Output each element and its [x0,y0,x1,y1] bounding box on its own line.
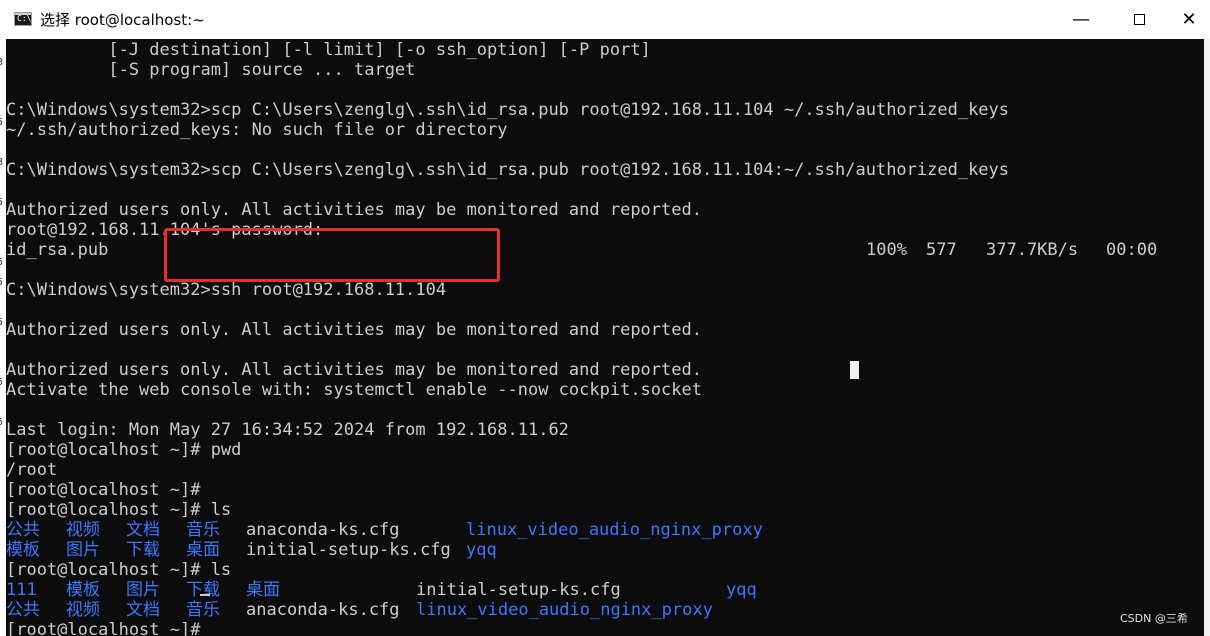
directory-entry: 视频 [66,600,100,620]
directory-entry: 文档 [126,520,160,540]
directory-entry: yqq [466,540,497,560]
background-window-char: 5 [0,197,4,208]
directory-entry: 音乐 [186,520,220,540]
console-line: Last login: Mon May 27 16:34:52 2024 fro… [6,420,569,440]
highlight-annotation-box [164,228,500,282]
directory-entry: yqq [726,580,757,600]
close-icon: ✕ [1181,9,1197,30]
file-entry: anaconda-ks.cfg [246,600,400,620]
maximize-icon [1133,14,1145,25]
directory-entry: 图片 [126,580,160,600]
file-entry: 577 [926,240,957,260]
directory-entry: 音乐 [186,600,220,620]
background-window-char: 3 [0,157,4,168]
window-title: 选择 root@localhost:~ [40,11,205,29]
directory-entry: 111 [6,580,37,600]
minimize-button[interactable]: — [1052,0,1110,39]
directory-entry: 公共 [6,600,40,620]
console-output[interactable]: [-J destination] [-l limit] [-o ssh_opti… [6,39,1204,636]
title-bar[interactable]: C:\ 选择 root@localhost:~ — ✕ [0,0,1210,40]
directory-entry: 桌面 [246,580,280,600]
console-line: C:\Windows\system32>scp C:\Users\zenglg\… [6,160,1010,180]
console-line: [-S program] source ... target [6,60,416,80]
directory-entry: linux_video_audio_nginx_proxy [466,520,763,540]
terminal-cursor [200,594,210,596]
file-entry: id_rsa.pub [6,240,109,260]
directory-entry: 图片 [66,540,100,560]
directory-entry: 模板 [6,540,40,560]
console-line: 111 模板 图片 下载 桌面 initial-setup-ks.cfg yqq [6,580,1204,600]
console-line: C:\Windows\system32>scp C:\Users\zenglg\… [6,100,1010,120]
file-entry: 100% [866,240,907,260]
background-window-char: 5 [0,117,4,128]
directory-entry: 下载 [186,580,220,600]
directory-entry: 模板 [66,580,100,600]
background-window-char: 5 [0,377,4,388]
file-entry: initial-setup-ks.cfg [416,580,621,600]
directory-entry: 文档 [126,600,160,620]
console-line: [root@localhost ~]# ls [6,500,232,520]
directory-entry: 视频 [66,520,100,540]
directory-entry: linux_video_audio_nginx_proxy [416,600,713,620]
background-window-char: 5 [0,277,4,288]
background-window-char: 5 [0,417,4,428]
directory-entry: 下载 [126,540,160,560]
file-entry: initial-setup-ks.cfg [246,540,451,560]
maximize-button[interactable] [1110,0,1168,39]
console-line: Authorized users only. All activities ma… [6,200,702,220]
watermark: CSDN @三希 [1120,612,1188,625]
file-entry: 377.7KB/s [986,240,1079,260]
console-line: Authorized users only. All activities ma… [6,320,702,340]
window-border-right [1204,39,1210,636]
console-line: 模板 图片 下载 桌面 initial-setup-ks.cfg yqq [6,540,1204,560]
console-line: [-J destination] [-l limit] [-o ssh_opti… [6,40,651,60]
background-window-char: 3 [0,57,4,68]
background-window-char: 5 [0,257,4,268]
console-line: 公共 视频 文档 音乐 anaconda-ks.cfg linux_video_audio… [6,520,1204,540]
close-button[interactable]: ✕ [1168,0,1210,39]
console-line: [root@localhost ~]# [6,480,201,500]
mouse-ibeam-cursor [850,361,859,379]
console-line: [root@localhost ~]# pwd [6,440,242,460]
file-entry: 00:00 [1106,240,1158,260]
console-line: [root@localhost ~]# [6,620,201,636]
console-line: [root@localhost ~]# ls [6,560,232,580]
minimize-icon: — [1072,9,1090,30]
console-line: Activate the web console with: systemctl… [6,380,702,400]
console-line: Authorized users only. All activities ma… [6,360,702,380]
console-line: C:\Windows\system32>ssh root@192.168.11.… [6,280,447,300]
file-entry: anaconda-ks.cfg [246,520,400,540]
directory-entry: 桌面 [186,540,220,560]
background-window-char: 5 [0,317,4,328]
directory-entry: 公共 [6,520,40,540]
console-line: ~/.ssh/authorized_keys: No such file or … [6,120,508,140]
cmd-app-icon[interactable]: C:\ [14,12,32,26]
console-line: 公共 视频 文档 音乐 anaconda-ks.cfg linux_video_audio… [6,600,1204,620]
console-line: /root [6,460,58,480]
